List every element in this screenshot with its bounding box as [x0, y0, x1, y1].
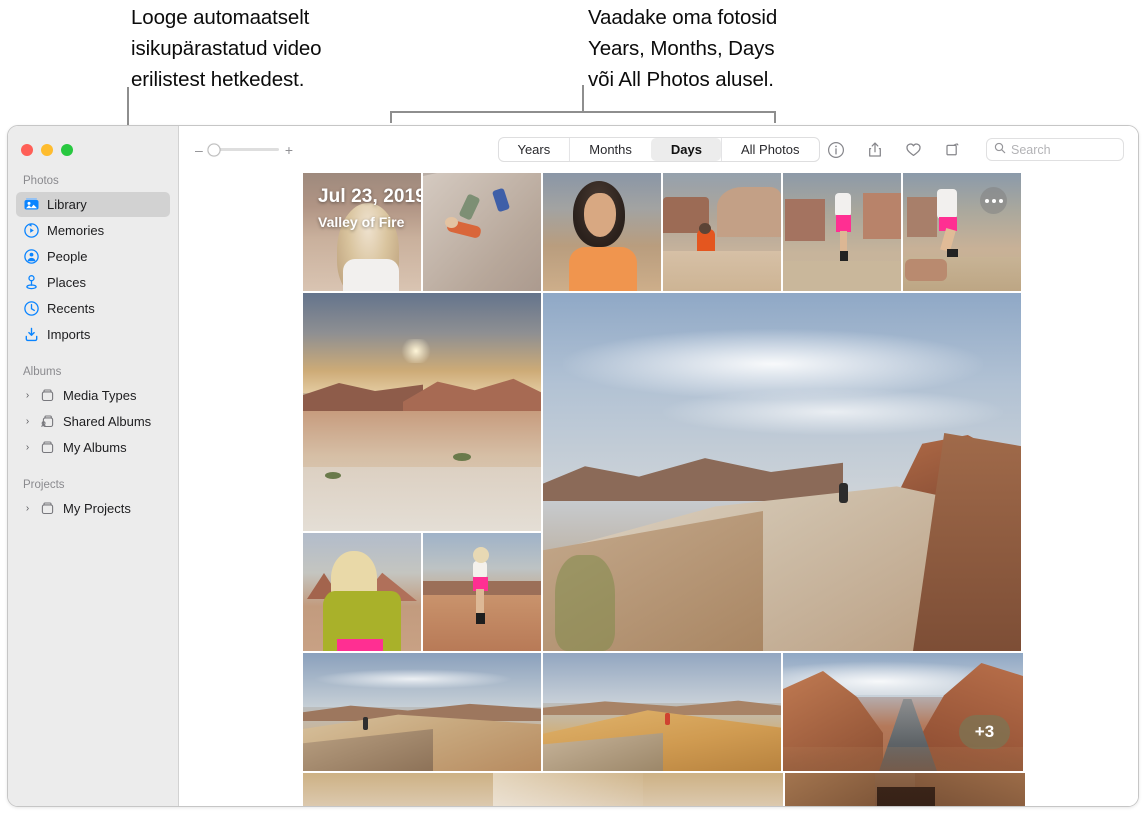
- tab-all-photos[interactable]: All Photos: [721, 138, 819, 161]
- sidebar-item-people[interactable]: People: [16, 244, 170, 269]
- tab-years[interactable]: Years: [498, 138, 569, 161]
- sidebar-item-imports[interactable]: Imports: [16, 322, 170, 347]
- close-window-button[interactable]: [21, 144, 33, 156]
- chevron-right-icon[interactable]: ›: [23, 391, 32, 401]
- sidebar-item-label: Imports: [47, 327, 90, 342]
- shared-album-icon: [39, 413, 56, 430]
- photo-thumbnail[interactable]: [543, 653, 781, 771]
- photo-grid-scroll-area[interactable]: Jul 23, 2019 Valley of Fire: [179, 173, 1138, 806]
- sidebar-item-places[interactable]: Places: [16, 270, 170, 295]
- info-icon[interactable]: [826, 140, 845, 159]
- sidebar-item-label: Places: [47, 275, 86, 290]
- search-input[interactable]: Search: [986, 138, 1124, 161]
- sidebar-section-photos-title: Photos: [8, 175, 178, 191]
- view-mode-segmented-control[interactable]: Years Months Days All Photos: [497, 137, 819, 162]
- photo-thumbnail[interactable]: [785, 773, 1025, 806]
- sidebar-item-label: Shared Albums: [63, 414, 151, 429]
- callout-right-leader-tick-left: [390, 111, 392, 123]
- chevron-right-icon[interactable]: ›: [23, 504, 32, 514]
- share-icon[interactable]: [865, 140, 884, 159]
- toolbar-actions: Search: [826, 138, 1124, 161]
- photo-thumbnail[interactable]: [663, 173, 781, 291]
- zoom-out-icon[interactable]: –: [195, 143, 203, 157]
- sidebar-item-label: Library: [47, 197, 87, 212]
- sidebar: Photos Library Memories: [8, 126, 179, 806]
- toolbar: – + Years Months Days All Photos: [179, 126, 1138, 173]
- search-icon: [994, 141, 1006, 159]
- sidebar-item-label: People: [47, 249, 87, 264]
- recents-icon: [23, 300, 40, 317]
- photo-thumbnail[interactable]: Jul 23, 2019 Valley of Fire: [303, 173, 421, 291]
- sidebar-item-memories[interactable]: Memories: [16, 218, 170, 243]
- sidebar-item-label: My Albums: [63, 440, 127, 455]
- sidebar-item-library[interactable]: Library: [16, 192, 170, 217]
- search-placeholder: Search: [1011, 143, 1051, 157]
- photo-thumbnail[interactable]: Jul 24, 2019: [303, 773, 783, 806]
- day-group-date: Jul 23, 2019: [318, 186, 421, 208]
- photo-thumbnail[interactable]: [423, 533, 541, 651]
- photo-row: +3: [303, 653, 1025, 771]
- tab-months[interactable]: Months: [569, 138, 651, 161]
- photo-thumbnail[interactable]: [303, 293, 541, 531]
- photo-thumbnail[interactable]: [783, 173, 901, 291]
- photo-thumbnail[interactable]: [423, 173, 541, 291]
- photo-thumbnail[interactable]: [543, 173, 661, 291]
- more-options-button[interactable]: [980, 187, 1007, 214]
- sidebar-item-label: Memories: [47, 223, 104, 238]
- zoom-in-icon[interactable]: +: [285, 143, 293, 157]
- sidebar-item-media-types[interactable]: › Media Types: [16, 383, 170, 408]
- sidebar-item-shared-albums[interactable]: › Shared Albums: [16, 409, 170, 434]
- people-icon: [23, 248, 40, 265]
- photo-grid: Jul 23, 2019 Valley of Fire: [303, 173, 1025, 806]
- library-icon: [23, 196, 40, 213]
- sidebar-item-label: My Projects: [63, 501, 131, 516]
- album-icon: [39, 500, 56, 517]
- sidebar-section-projects-title: Projects: [8, 479, 178, 495]
- photos-app-window: Photos Library Memories: [7, 125, 1139, 807]
- zoom-slider-thumb[interactable]: [207, 143, 220, 156]
- photo-row: Jul 23, 2019 Valley of Fire: [303, 173, 1025, 291]
- zoom-slider-track[interactable]: [209, 148, 279, 151]
- chevron-right-icon[interactable]: ›: [23, 417, 32, 427]
- zoom-slider[interactable]: – +: [195, 143, 293, 157]
- sidebar-item-my-albums[interactable]: › My Albums: [16, 435, 170, 460]
- photo-thumbnail[interactable]: [543, 293, 1021, 651]
- chevron-right-icon[interactable]: ›: [23, 443, 32, 453]
- minimize-window-button[interactable]: [41, 144, 53, 156]
- main-content: – + Years Months Days All Photos: [179, 126, 1138, 806]
- extra-photos-badge[interactable]: +3: [959, 715, 1010, 749]
- rotate-icon[interactable]: [943, 140, 962, 159]
- tab-days[interactable]: Days: [651, 138, 721, 161]
- photo-row: Jul 24, 2019: [303, 773, 1025, 806]
- photo-thumbnail[interactable]: [303, 653, 541, 771]
- photo-thumbnail[interactable]: +3: [783, 653, 1023, 771]
- photo-row: [303, 293, 1025, 651]
- callout-right-leader-tick-right: [774, 111, 776, 123]
- memories-icon: [23, 222, 40, 239]
- sidebar-item-recents[interactable]: Recents: [16, 296, 170, 321]
- places-icon: [23, 274, 40, 291]
- favorite-heart-icon[interactable]: [904, 140, 923, 159]
- callout-right-text: Vaadake oma fotosid Years, Months, Days …: [588, 2, 777, 95]
- photo-thumbnail[interactable]: [903, 173, 1021, 291]
- sidebar-section-albums-title: Albums: [8, 366, 178, 382]
- sidebar-item-my-projects[interactable]: › My Projects: [16, 496, 170, 521]
- sidebar-item-label: Media Types: [63, 388, 136, 403]
- album-icon: [39, 387, 56, 404]
- maximize-window-button[interactable]: [61, 144, 73, 156]
- album-icon: [39, 439, 56, 456]
- window-controls: [8, 126, 178, 156]
- photo-thumbnail[interactable]: [303, 533, 421, 651]
- callout-right-leader-stem: [582, 85, 584, 112]
- imports-icon: [23, 326, 40, 343]
- sidebar-item-label: Recents: [47, 301, 95, 316]
- callout-left-text: Looge automaatselt isikupärastatud video…: [131, 2, 322, 95]
- callout-right-leader-bracket: [390, 111, 776, 113]
- annotation-callouts: Looge automaatselt isikupärastatud video…: [0, 0, 1146, 130]
- day-group-location: Valley of Fire: [318, 214, 404, 230]
